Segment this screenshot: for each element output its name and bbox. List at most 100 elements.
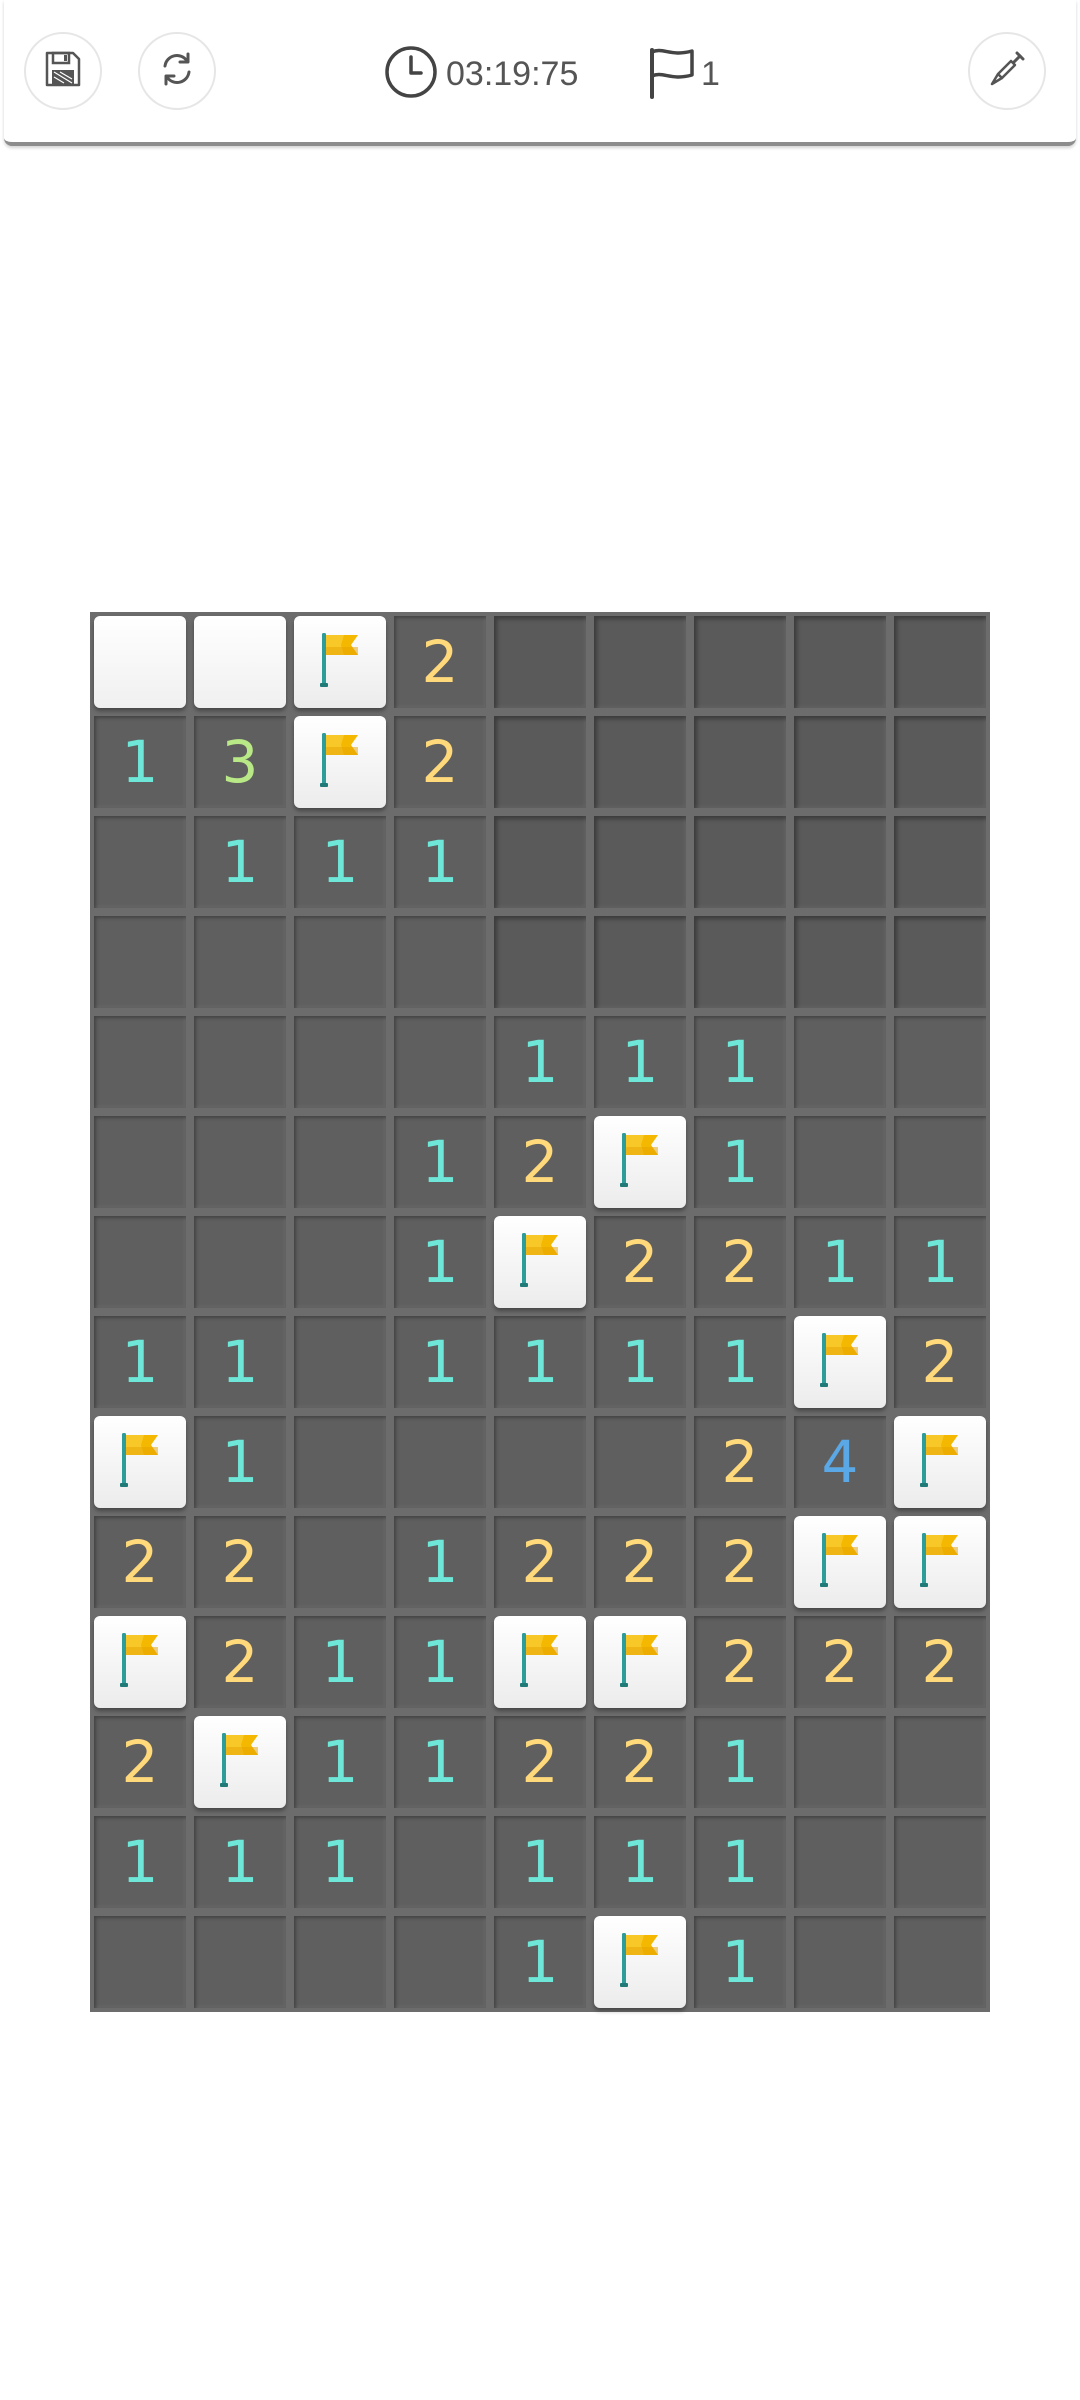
- empty-cell[interactable]: [794, 1716, 886, 1808]
- empty-cell[interactable]: [794, 1816, 886, 1908]
- number-cell[interactable]: 1: [894, 1216, 986, 1308]
- hidden-cell[interactable]: [494, 616, 586, 708]
- number-cell[interactable]: 3: [194, 716, 286, 808]
- hidden-cell[interactable]: [894, 816, 986, 908]
- number-cell[interactable]: 1: [694, 1316, 786, 1408]
- number-cell[interactable]: 1: [294, 1716, 386, 1808]
- hidden-cell[interactable]: [694, 916, 786, 1008]
- number-cell[interactable]: 2: [694, 1516, 786, 1608]
- empty-cell[interactable]: [94, 1116, 186, 1208]
- number-cell[interactable]: 4: [794, 1416, 886, 1508]
- empty-cell[interactable]: [794, 1016, 886, 1108]
- empty-cell[interactable]: [294, 1416, 386, 1508]
- hidden-cell[interactable]: [594, 716, 686, 808]
- number-cell[interactable]: 1: [394, 1516, 486, 1608]
- number-cell[interactable]: 2: [694, 1616, 786, 1708]
- hidden-cell[interactable]: [494, 916, 586, 1008]
- empty-cell[interactable]: [94, 1016, 186, 1108]
- hidden-cell[interactable]: [694, 716, 786, 808]
- empty-cell[interactable]: [394, 1916, 486, 2008]
- number-cell[interactable]: 1: [394, 1716, 486, 1808]
- hidden-cell[interactable]: [794, 916, 886, 1008]
- number-cell[interactable]: 1: [194, 1316, 286, 1408]
- flagged-cell[interactable]: [594, 1116, 686, 1208]
- number-cell[interactable]: 2: [594, 1516, 686, 1608]
- hidden-cell[interactable]: [694, 616, 786, 708]
- hidden-cell[interactable]: [494, 716, 586, 808]
- empty-cell[interactable]: [794, 1916, 886, 2008]
- number-cell[interactable]: 1: [194, 1416, 286, 1508]
- hidden-cell[interactable]: [894, 716, 986, 808]
- empty-cell[interactable]: [194, 1116, 286, 1208]
- empty-cell[interactable]: [194, 916, 286, 1008]
- number-cell[interactable]: 1: [94, 1316, 186, 1408]
- number-cell[interactable]: 1: [394, 1616, 486, 1708]
- empty-cell[interactable]: [294, 1916, 386, 2008]
- number-cell[interactable]: 2: [494, 1116, 586, 1208]
- empty-cell[interactable]: [194, 1016, 286, 1108]
- empty-cell[interactable]: [294, 916, 386, 1008]
- number-cell[interactable]: 1: [594, 1316, 686, 1408]
- covered-cell[interactable]: [194, 616, 286, 708]
- empty-cell[interactable]: [894, 1116, 986, 1208]
- number-cell[interactable]: 1: [194, 816, 286, 908]
- flagged-cell[interactable]: [294, 716, 386, 808]
- number-cell[interactable]: 1: [94, 1816, 186, 1908]
- empty-cell[interactable]: [294, 1216, 386, 1308]
- number-cell[interactable]: 2: [94, 1716, 186, 1808]
- number-cell[interactable]: 1: [494, 1316, 586, 1408]
- flagged-cell[interactable]: [194, 1716, 286, 1808]
- number-cell[interactable]: 2: [894, 1616, 986, 1708]
- hidden-cell[interactable]: [594, 616, 686, 708]
- number-cell[interactable]: 2: [394, 616, 486, 708]
- empty-cell[interactable]: [294, 1316, 386, 1408]
- number-cell[interactable]: 1: [594, 1016, 686, 1108]
- covered-cell[interactable]: [94, 616, 186, 708]
- number-cell[interactable]: 1: [594, 1816, 686, 1908]
- flagged-cell[interactable]: [94, 1416, 186, 1508]
- flagged-cell[interactable]: [894, 1416, 986, 1508]
- number-cell[interactable]: 2: [194, 1616, 286, 1708]
- number-cell[interactable]: 1: [694, 1016, 786, 1108]
- flagged-cell[interactable]: [894, 1516, 986, 1608]
- number-cell[interactable]: 1: [694, 1916, 786, 2008]
- hidden-cell[interactable]: [894, 616, 986, 708]
- number-cell[interactable]: 2: [494, 1716, 586, 1808]
- number-cell[interactable]: 1: [794, 1216, 886, 1308]
- empty-cell[interactable]: [394, 1016, 486, 1108]
- empty-cell[interactable]: [394, 1416, 486, 1508]
- empty-cell[interactable]: [894, 1016, 986, 1108]
- flagged-cell[interactable]: [94, 1616, 186, 1708]
- empty-cell[interactable]: [194, 1916, 286, 2008]
- hidden-cell[interactable]: [494, 816, 586, 908]
- empty-cell[interactable]: [894, 1916, 986, 2008]
- hidden-cell[interactable]: [794, 616, 886, 708]
- hidden-cell[interactable]: [794, 816, 886, 908]
- number-cell[interactable]: 2: [694, 1416, 786, 1508]
- number-cell[interactable]: 1: [394, 816, 486, 908]
- number-cell[interactable]: 2: [94, 1516, 186, 1608]
- number-cell[interactable]: 2: [494, 1516, 586, 1608]
- empty-cell[interactable]: [294, 1116, 386, 1208]
- number-cell[interactable]: 1: [294, 1816, 386, 1908]
- empty-cell[interactable]: [294, 1516, 386, 1608]
- empty-cell[interactable]: [594, 1416, 686, 1508]
- number-cell[interactable]: 1: [494, 1916, 586, 2008]
- number-cell[interactable]: 2: [894, 1316, 986, 1408]
- number-cell[interactable]: 1: [494, 1016, 586, 1108]
- number-cell[interactable]: 1: [94, 716, 186, 808]
- number-cell[interactable]: 2: [694, 1216, 786, 1308]
- hidden-cell[interactable]: [794, 716, 886, 808]
- empty-cell[interactable]: [94, 1916, 186, 2008]
- empty-cell[interactable]: [394, 916, 486, 1008]
- number-cell[interactable]: 1: [294, 1616, 386, 1708]
- empty-cell[interactable]: [894, 1816, 986, 1908]
- flagged-cell[interactable]: [594, 1616, 686, 1708]
- empty-cell[interactable]: [794, 1116, 886, 1208]
- empty-cell[interactable]: [494, 1416, 586, 1508]
- flagged-cell[interactable]: [494, 1616, 586, 1708]
- save-button[interactable]: [24, 32, 102, 110]
- number-cell[interactable]: 1: [494, 1816, 586, 1908]
- dig-mode-button[interactable]: [968, 32, 1046, 110]
- restart-button[interactable]: [138, 32, 216, 110]
